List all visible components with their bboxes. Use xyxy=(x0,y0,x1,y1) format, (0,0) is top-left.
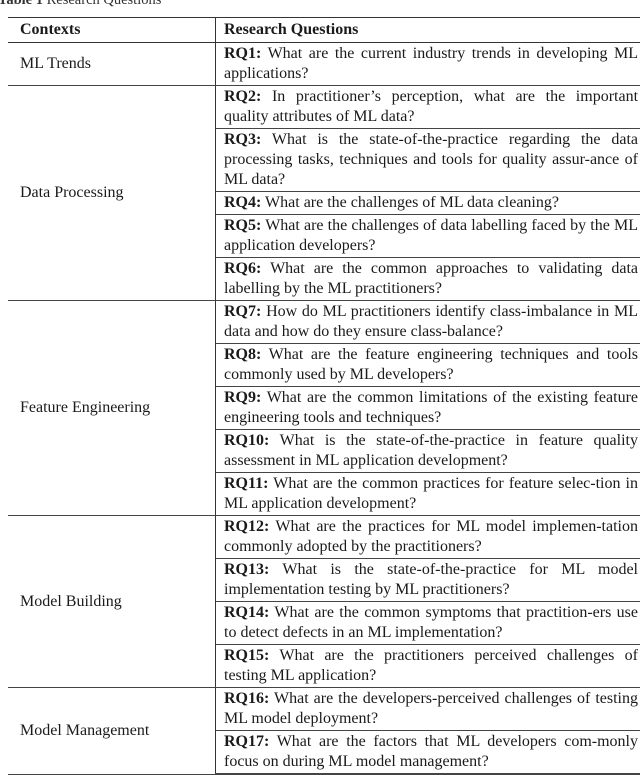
rq-id: RQ11: xyxy=(224,475,268,492)
question-cell: RQ5: What are the challenges of data lab… xyxy=(216,215,640,258)
table-row: Feature Engineering RQ7: How do ML pract… xyxy=(8,301,640,344)
header-research-questions: Research Questions xyxy=(216,18,640,43)
header-row: Contexts Research Questions xyxy=(8,18,640,43)
rq-id: RQ2: xyxy=(224,88,261,105)
rq-id: RQ15: xyxy=(224,647,269,664)
question-cell: RQ12: What are the practices for ML mode… xyxy=(216,516,640,559)
question-cell: RQ8: What are the feature engineering te… xyxy=(216,344,640,387)
research-questions-table: Contexts Research Questions ML Trends RQ… xyxy=(8,17,640,775)
rq-id: RQ13: xyxy=(224,561,269,578)
rq-text: What are the challenges of ML data clean… xyxy=(265,194,559,211)
question-cell: RQ2: In practitioner’s perception, what … xyxy=(216,86,640,129)
rq-text: What are the feature engineering techniq… xyxy=(224,346,638,383)
rq-text: What are the practitioners perceived cha… xyxy=(224,647,638,684)
question-cell: RQ3: What is the state-of-the-practice r… xyxy=(216,129,640,192)
rq-id: RQ9: xyxy=(224,389,261,406)
rq-text: What is the state-of-the-practice in fea… xyxy=(224,432,638,469)
rq-id: RQ12: xyxy=(224,518,269,535)
rq-text: What are the common approaches to valida… xyxy=(224,260,638,297)
table-caption: Table 1 Research Questions xyxy=(0,0,161,9)
question-cell: RQ9: What are the common limitations of … xyxy=(216,387,640,430)
question-cell: RQ17: What are the factors that ML devel… xyxy=(216,731,640,775)
rq-id: RQ6: xyxy=(224,260,261,277)
rq-id: RQ5: xyxy=(224,217,261,234)
question-cell: RQ14: What are the common symptoms that … xyxy=(216,602,640,645)
rq-text: What are the developers-perceived challe… xyxy=(224,690,638,727)
rq-id: RQ10: xyxy=(224,432,269,449)
caption-title: Research Questions xyxy=(47,0,162,8)
rq-text: What are the common limitations of the e… xyxy=(224,389,638,426)
table-row: Data Processing RQ2: In practitioner’s p… xyxy=(8,86,640,129)
table-row: Model Building RQ12: What are the practi… xyxy=(8,516,640,559)
rq-text: What are the current industry trends in … xyxy=(224,45,638,82)
question-cell: RQ4: What are the challenges of ML data … xyxy=(216,192,640,215)
rq-id: RQ4: xyxy=(224,194,261,211)
rq-text: What are the factors that ML developers … xyxy=(224,733,638,770)
rq-text: What is the state-of-the-practice for ML… xyxy=(224,561,638,598)
question-cell: RQ6: What are the common approaches to v… xyxy=(216,258,640,301)
question-cell: RQ15: What are the practitioners perceiv… xyxy=(216,645,640,688)
rq-text: What are the practices for ML model impl… xyxy=(224,518,638,555)
rq-id: RQ8: xyxy=(224,346,261,363)
rq-id: RQ1: xyxy=(224,45,261,62)
header-contexts: Contexts xyxy=(8,18,216,43)
rq-id: RQ3: xyxy=(224,131,261,148)
rq-id: RQ16: xyxy=(224,690,269,707)
question-cell: RQ7: How do ML practitioners identify cl… xyxy=(216,301,640,344)
table-row: Model Management RQ16: What are the deve… xyxy=(8,688,640,731)
caption-label: Table 1 xyxy=(0,0,43,8)
context-cell: Model Building xyxy=(8,516,216,688)
rq-text: What are the common symptoms that practi… xyxy=(224,604,638,641)
context-cell: Feature Engineering xyxy=(8,301,216,516)
rq-text: What are the challenges of data labellin… xyxy=(224,217,638,254)
rq-text: What are the common practices for featur… xyxy=(224,475,638,512)
context-cell: ML Trends xyxy=(8,43,216,86)
rq-text: How do ML practitioners identify class-i… xyxy=(224,303,638,340)
rq-text: What is the state-of-the-practice regard… xyxy=(224,131,638,188)
question-cell: RQ1: What are the current industry trend… xyxy=(216,43,640,86)
rq-id: RQ17: xyxy=(224,733,269,750)
context-cell: Model Management xyxy=(8,688,216,775)
rq-text: In practitioner’s perception, what are t… xyxy=(224,88,638,125)
table-row: ML Trends RQ1: What are the current indu… xyxy=(8,43,640,86)
context-cell: Data Processing xyxy=(8,86,216,301)
question-cell: RQ13: What is the state-of-the-practice … xyxy=(216,559,640,602)
question-cell: RQ16: What are the developers-perceived … xyxy=(216,688,640,731)
question-cell: RQ10: What is the state-of-the-practice … xyxy=(216,430,640,473)
question-cell: RQ11: What are the common practices for … xyxy=(216,473,640,516)
rq-id: RQ7: xyxy=(224,303,261,320)
rq-id: RQ14: xyxy=(224,604,269,621)
